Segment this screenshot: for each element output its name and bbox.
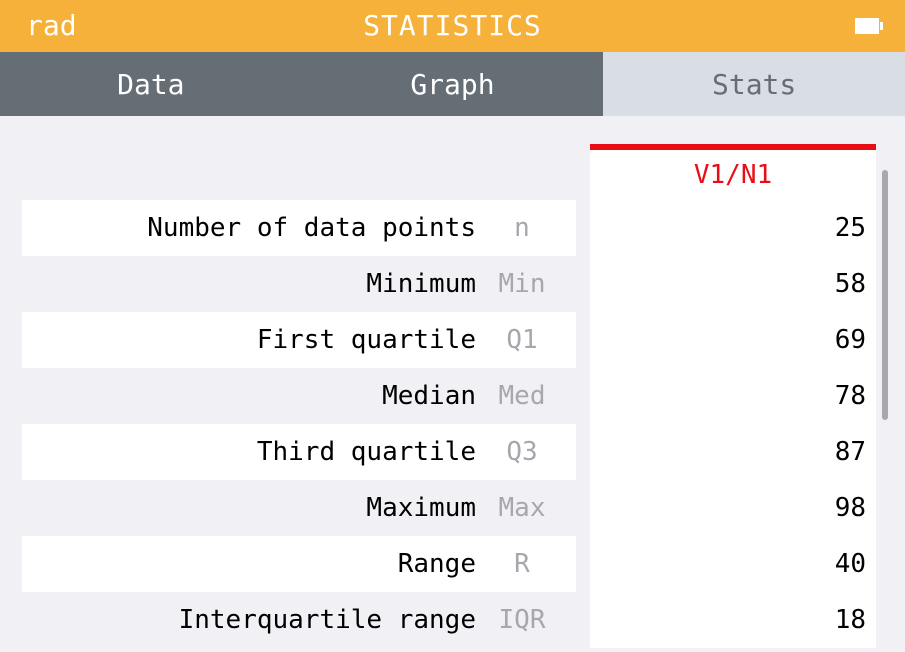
row-label: Number of data points n: [22, 200, 576, 256]
stat-name: Number of data points: [147, 213, 476, 243]
stat-symbol: Q3: [506, 437, 538, 467]
stats-table: V1/N1 Number of data points n 25 Minimum M…: [8, 130, 901, 652]
table-row: Median Med 78: [8, 368, 901, 424]
row-label: Minimum Min: [22, 256, 576, 312]
stat-name: Maximum: [366, 493, 476, 523]
tab-bar: Data Graph Stats: [0, 52, 905, 116]
stat-name: Range: [397, 549, 476, 579]
tab-graph[interactable]: Graph: [302, 52, 604, 116]
app-title: STATISTICS: [363, 9, 542, 42]
table-row: Interquartile range IQR 18: [8, 592, 901, 648]
stat-symbol: Min: [498, 269, 546, 299]
table-row: Third quartile Q3 87: [8, 424, 901, 480]
stat-value[interactable]: 87: [590, 424, 876, 480]
row-label: Maximum Max: [22, 480, 576, 536]
row-label: Third quartile Q3: [22, 424, 576, 480]
stat-name: Minimum: [366, 269, 476, 299]
stat-name: First quartile: [256, 325, 476, 355]
column-header-v1-n1[interactable]: V1/N1: [590, 144, 876, 200]
table-row: Maximum Max 98: [8, 480, 901, 536]
stat-name: Third quartile: [256, 437, 476, 467]
table-row: First quartile Q1 69: [8, 312, 901, 368]
table-row: Minimum Min 58: [8, 256, 901, 312]
stat-value[interactable]: 58: [590, 256, 876, 312]
stat-symbol: IQR: [498, 605, 546, 635]
stat-symbol: Q1: [506, 325, 538, 355]
stat-value[interactable]: 40: [590, 536, 876, 592]
title-bar: rad STATISTICS: [0, 0, 905, 52]
stat-value[interactable]: 69: [590, 312, 876, 368]
stat-value[interactable]: 25: [590, 200, 876, 256]
stats-rows: Number of data points n 25 Minimum Min 58 …: [8, 200, 901, 648]
stat-symbol: n: [514, 213, 530, 243]
tabs-divider: [0, 116, 905, 130]
stat-symbol: R: [514, 549, 530, 579]
row-label: Median Med: [22, 368, 576, 424]
stat-symbol: Max: [498, 493, 546, 523]
stat-value[interactable]: 18: [590, 592, 876, 648]
scrollbar[interactable]: [882, 170, 888, 420]
row-label: Range R: [22, 536, 576, 592]
tab-stats[interactable]: Stats: [603, 52, 905, 116]
table-row: Range R 40: [8, 536, 901, 592]
row-label: First quartile Q1: [22, 312, 576, 368]
battery-icon: [855, 18, 883, 34]
row-label: Interquartile range IQR: [22, 592, 576, 648]
stat-value[interactable]: 78: [590, 368, 876, 424]
stat-name: Interquartile range: [178, 605, 476, 635]
stat-value[interactable]: 98: [590, 480, 876, 536]
stat-symbol: Med: [498, 381, 546, 411]
stat-name: Median: [382, 381, 476, 411]
table-row: Number of data points n 25: [8, 200, 901, 256]
tab-data[interactable]: Data: [0, 52, 302, 116]
